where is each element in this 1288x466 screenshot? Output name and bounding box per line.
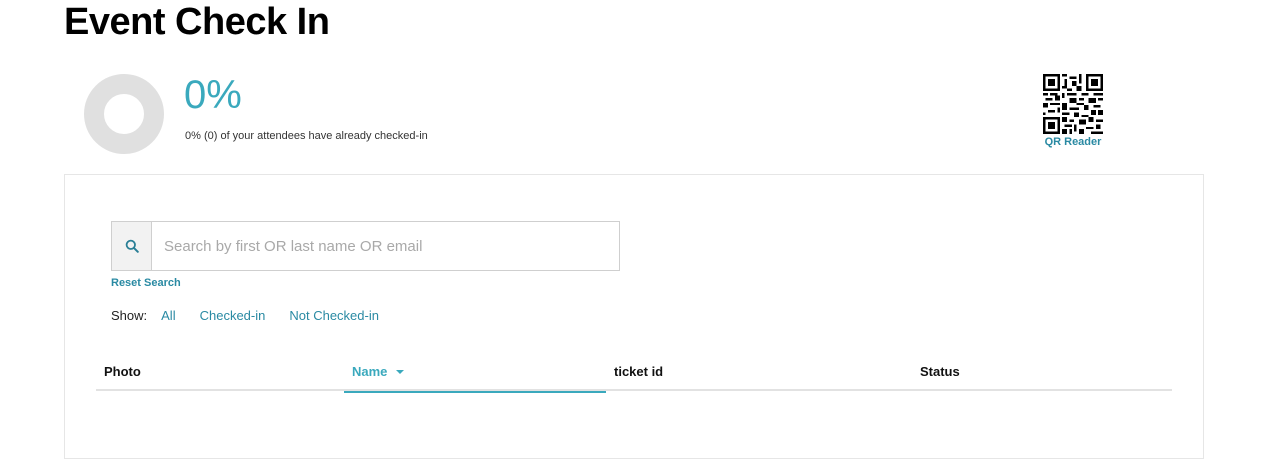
search-box — [111, 221, 620, 271]
filter-not-checked-in[interactable]: Not Checked-in — [289, 308, 379, 323]
column-header-photo[interactable]: Photo — [96, 357, 344, 391]
page-title: Event Check In — [64, 1, 330, 43]
filter-checked-in[interactable]: Checked-in — [200, 308, 266, 323]
column-header-photo-label: Photo — [104, 364, 141, 379]
column-header-status[interactable]: Status — [912, 357, 1172, 391]
filter-all[interactable]: All — [161, 308, 175, 323]
column-header-ticket-id-label: ticket id — [614, 364, 664, 379]
checkin-summary: 0% (0) of your attendees have already ch… — [185, 130, 428, 142]
checkin-progress-donut — [84, 74, 164, 154]
qr-reader-link[interactable]: QR Reader — [1036, 136, 1110, 148]
search-button[interactable] — [112, 222, 152, 270]
checkin-percent: 0% — [184, 73, 242, 117]
reset-search-link[interactable]: Reset Search — [111, 277, 181, 289]
search-input[interactable] — [152, 222, 619, 270]
column-header-ticket-id[interactable]: ticket id — [606, 357, 912, 391]
sort-caret-down-icon — [396, 370, 405, 374]
attendee-panel: Reset Search Show: All Checked-in Not Ch… — [64, 174, 1204, 459]
attendee-table-header: Photo Name ticket id Status — [96, 357, 1172, 393]
column-header-name-label: Name — [352, 364, 388, 379]
column-header-name[interactable]: Name — [344, 357, 606, 393]
qr-code-icon[interactable] — [1043, 74, 1103, 134]
qr-reader[interactable]: QR Reader — [1036, 74, 1110, 148]
filter-label: Show: — [111, 308, 148, 323]
column-header-status-label: Status — [920, 364, 960, 379]
search-icon — [125, 239, 139, 253]
filter-bar: Show: All Checked-in Not Checked-in — [111, 308, 403, 323]
